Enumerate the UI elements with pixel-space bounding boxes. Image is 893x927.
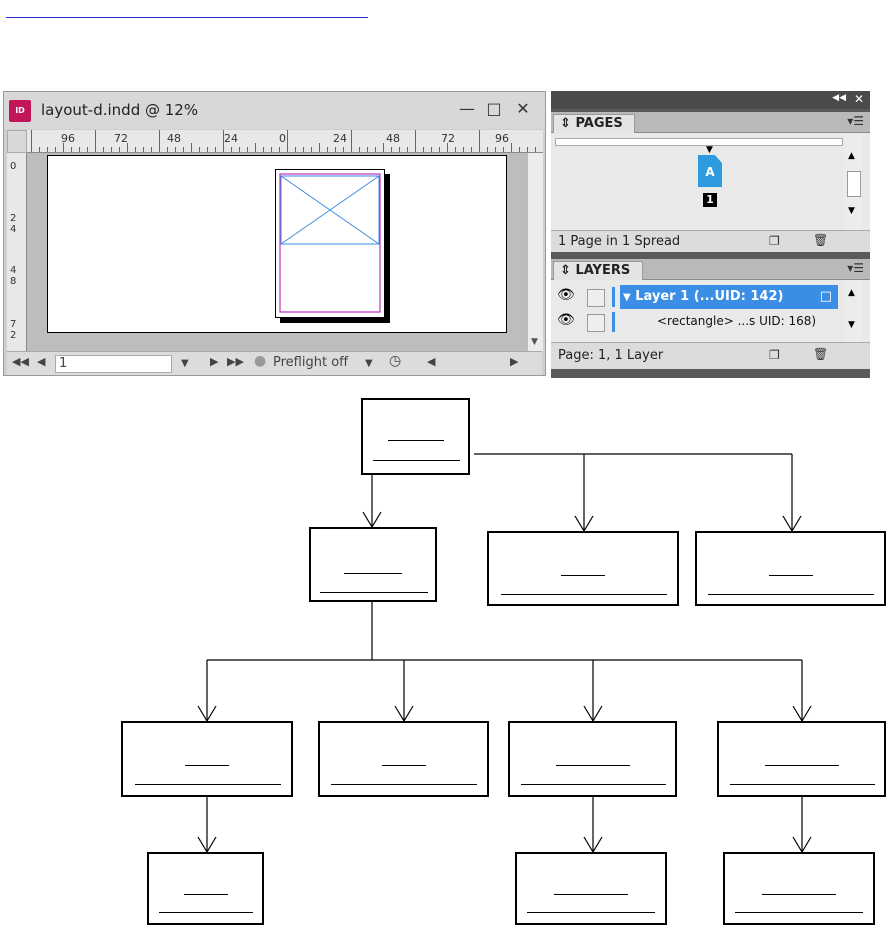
node-title-line [768, 575, 813, 576]
node-title-line [554, 894, 628, 895]
node-divider-line [320, 592, 428, 593]
diagram-node [717, 721, 886, 797]
node-title-line [344, 573, 402, 574]
node-title-line [183, 894, 228, 895]
node-divider-line [373, 460, 460, 461]
node-title-line [387, 440, 444, 441]
diagram-node [695, 531, 886, 606]
node-title-line [762, 894, 836, 895]
node-title-line [381, 765, 426, 766]
node-divider-line [331, 784, 477, 785]
diagram-node [309, 527, 437, 602]
node-divider-line [135, 784, 281, 785]
diagram-node [487, 531, 679, 606]
diagram-node [318, 721, 489, 797]
node-title-line [561, 575, 605, 576]
diagram-node [723, 852, 875, 925]
node-title-line [555, 765, 630, 766]
node-divider-line [501, 594, 667, 595]
diagram-node [508, 721, 677, 797]
node-title-line [185, 765, 229, 766]
node-divider-line [730, 784, 875, 785]
diagram-node [515, 852, 667, 925]
node-title-line [764, 765, 839, 766]
node-divider-line [521, 784, 666, 785]
node-divider-line [735, 912, 863, 913]
diagram-node [121, 721, 293, 797]
node-divider-line [527, 912, 655, 913]
diagram-node [147, 852, 264, 925]
node-divider-line [708, 594, 874, 595]
diagram-node-root [361, 398, 470, 475]
node-divider-line [159, 912, 253, 913]
